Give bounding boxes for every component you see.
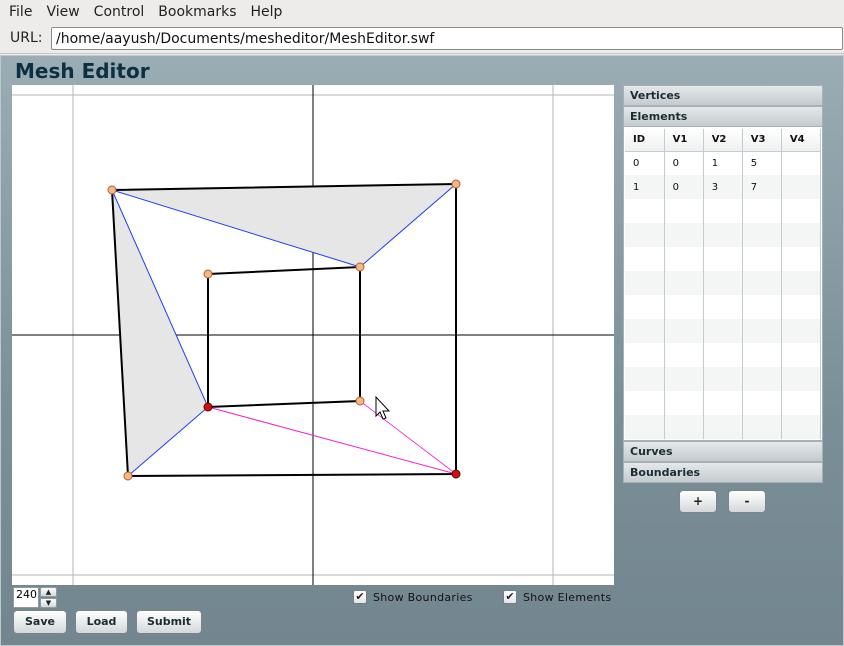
vertex[interactable] <box>355 262 365 272</box>
table-row-empty <box>625 247 822 271</box>
mouse-cursor-icon <box>375 395 391 420</box>
show-boundaries-toggle[interactable]: ✔ Show Boundaries <box>353 589 473 605</box>
selected-vertex[interactable] <box>203 402 213 412</box>
checkbox-checked-icon[interactable]: ✔ <box>503 590 517 604</box>
table-cell <box>781 175 822 199</box>
table-row-empty <box>625 343 822 367</box>
menu-bar: File View Control Bookmarks Help <box>0 0 844 24</box>
table-row-empty <box>625 223 822 247</box>
menu-help[interactable]: Help <box>244 0 290 24</box>
remove-button[interactable]: - <box>728 490 766 513</box>
add-button[interactable]: + <box>679 490 717 513</box>
column-header-v1[interactable]: V1 <box>664 129 704 152</box>
elements-header[interactable]: Elements <box>623 106 823 127</box>
step-down-icon[interactable]: ▼ <box>40 598 57 608</box>
table-row-empty <box>625 199 822 223</box>
table-row-empty <box>625 319 822 343</box>
menu-file[interactable]: File <box>2 0 39 24</box>
save-button[interactable]: Save <box>13 610 67 634</box>
show-elements-toggle[interactable]: ✔ Show Elements <box>503 589 611 605</box>
vertex[interactable] <box>107 185 117 195</box>
table-cell: 5 <box>742 151 782 175</box>
mesh-editor-app: Mesh Editor 240 ▲ ▼ ✔ Show Boundaries ✔ … <box>0 55 844 646</box>
mesh-drawing[interactable] <box>12 85 614 585</box>
mesh-element-0[interactable] <box>112 184 456 267</box>
url-input[interactable] <box>51 27 843 50</box>
boundaries-header[interactable]: Boundaries <box>623 462 823 483</box>
table-cell: 3 <box>703 175 743 199</box>
vertex[interactable] <box>451 179 461 189</box>
vertices-header[interactable]: Vertices <box>623 85 823 106</box>
url-bar: URL: <box>0 24 844 54</box>
table-row[interactable]: 0 0 1 5 <box>625 151 822 175</box>
table-cell: 1 <box>625 175 665 199</box>
menu-control[interactable]: Control <box>87 0 152 24</box>
app-title: Mesh Editor <box>15 59 150 83</box>
table-row[interactable]: 1 0 3 7 <box>625 175 822 199</box>
table-row-empty <box>625 391 822 415</box>
zoom-input[interactable]: 240 <box>13 587 39 608</box>
table-row-empty <box>625 367 822 391</box>
table-cell: 1 <box>703 151 743 175</box>
curves-header[interactable]: Curves <box>623 441 823 462</box>
table-row-empty <box>625 415 822 439</box>
show-elements-label: Show Elements <box>523 590 612 604</box>
inner-boundary[interactable] <box>207 265 361 409</box>
vertex[interactable] <box>355 396 365 406</box>
pending-edge <box>207 406 457 475</box>
table-cell: 0 <box>625 151 665 175</box>
zoom-stepper[interactable]: 240 ▲ ▼ <box>13 587 57 608</box>
step-up-icon[interactable]: ▲ <box>40 587 57 597</box>
side-panel: Vertices Elements ID V1 V2 V3 V4 0 0 1 5… <box>623 85 823 483</box>
table-row-empty <box>625 295 822 319</box>
column-header-v2[interactable]: V2 <box>703 129 743 152</box>
table-cell: 0 <box>664 151 704 175</box>
table-cell: 7 <box>742 175 782 199</box>
elements-table: ID V1 V2 V3 V4 0 0 1 5 1 0 3 7 <box>623 127 823 441</box>
menu-view[interactable]: View <box>39 0 86 24</box>
load-button[interactable]: Load <box>75 610 128 634</box>
column-header-v4[interactable]: V4 <box>781 129 822 152</box>
url-label: URL: <box>10 30 43 46</box>
vertex[interactable] <box>123 471 133 481</box>
selected-vertex[interactable] <box>451 469 461 479</box>
vertex[interactable] <box>203 269 213 279</box>
table-header-row: ID V1 V2 V3 V4 <box>625 129 822 152</box>
show-boundaries-label: Show Boundaries <box>373 590 473 604</box>
table-row-empty <box>625 271 822 295</box>
table-cell <box>781 151 822 175</box>
submit-button[interactable]: Submit <box>136 610 202 634</box>
menu-bookmarks[interactable]: Bookmarks <box>151 0 243 24</box>
column-header-id[interactable]: ID <box>625 129 665 152</box>
mesh-canvas[interactable] <box>12 85 614 585</box>
pending-edge <box>359 400 457 475</box>
table-cell: 0 <box>664 175 704 199</box>
column-header-v3[interactable]: V3 <box>742 129 782 152</box>
checkbox-checked-icon[interactable]: ✔ <box>353 590 367 604</box>
